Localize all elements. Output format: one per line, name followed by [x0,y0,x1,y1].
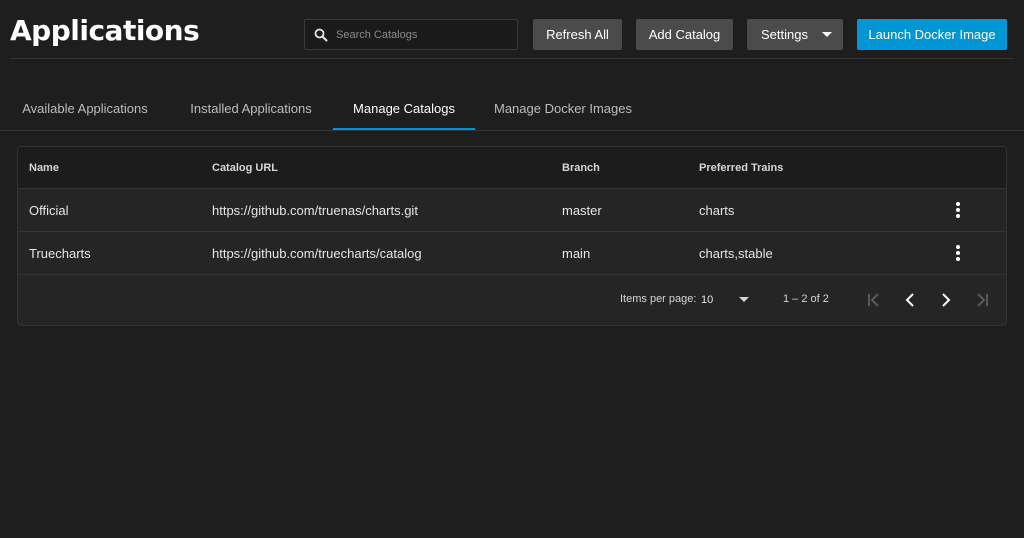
chevron-right-icon[interactable] [934,288,958,312]
settings-button[interactable]: Settings [747,19,843,50]
items-per-page-value: 10 [701,294,714,306]
cell-name: Truecharts [29,245,91,261]
tab-available-applications[interactable]: Available Applications [10,86,160,130]
cell-branch: main [562,245,591,261]
catalogs-table-card: Name Catalog URL Branch Preferred Trains… [17,146,1007,326]
paginator: Items per page: 10 1 – 2 of 2 [18,275,1006,325]
cell-name: Official [29,202,69,218]
caret-down-icon [739,297,749,302]
page-range-label: 1 – 2 of 2 [783,293,829,305]
items-per-page-label: Items per page: [620,293,697,305]
tab-manage-docker-images[interactable]: Manage Docker Images [482,86,644,130]
first-page-icon[interactable] [862,288,886,312]
cell-branch: master [562,202,602,218]
search-box[interactable] [304,19,518,50]
last-page-icon[interactable] [970,288,994,312]
tab-installed-applications[interactable]: Installed Applications [176,86,326,130]
search-icon [314,28,328,42]
page-header: Applications Refresh All Add Catalog Set… [0,0,1024,58]
launch-docker-image-button[interactable]: Launch Docker Image [857,19,1007,50]
more-vert-icon[interactable] [948,243,968,263]
table-row[interactable]: Truecharts https://github.com/truecharts… [18,232,1006,275]
caret-down-icon [822,32,832,37]
header-divider [10,58,1014,59]
add-catalog-button[interactable]: Add Catalog [636,19,733,50]
refresh-all-button[interactable]: Refresh All [533,19,622,50]
cell-preferred-trains: charts,stable [699,245,773,261]
chevron-left-icon[interactable] [898,288,922,312]
search-input[interactable] [336,28,517,41]
cell-preferred-trains: charts [699,202,735,218]
more-vert-icon[interactable] [948,200,968,220]
column-header-branch[interactable]: Branch [562,147,600,189]
tab-bar: Available Applications Installed Applica… [0,86,1024,131]
column-header-preferred-trains[interactable]: Preferred Trains [699,147,783,189]
page: Applications Refresh All Add Catalog Set… [0,0,1024,538]
column-header-catalog-url[interactable]: Catalog URL [212,147,278,189]
table-row[interactable]: Official https://github.com/truenas/char… [18,189,1006,232]
column-header-name[interactable]: Name [29,147,59,189]
cell-catalog-url: https://github.com/truecharts/catalog [212,245,422,261]
cell-catalog-url: https://github.com/truenas/charts.git [212,202,418,218]
page-title: Applications [10,14,200,47]
settings-button-label: Settings [761,27,808,42]
items-per-page-select[interactable]: 10 [701,289,749,311]
tabs-divider [0,130,1024,131]
table-header: Name Catalog URL Branch Preferred Trains [18,147,1006,189]
tab-manage-catalogs[interactable]: Manage Catalogs [333,86,475,130]
